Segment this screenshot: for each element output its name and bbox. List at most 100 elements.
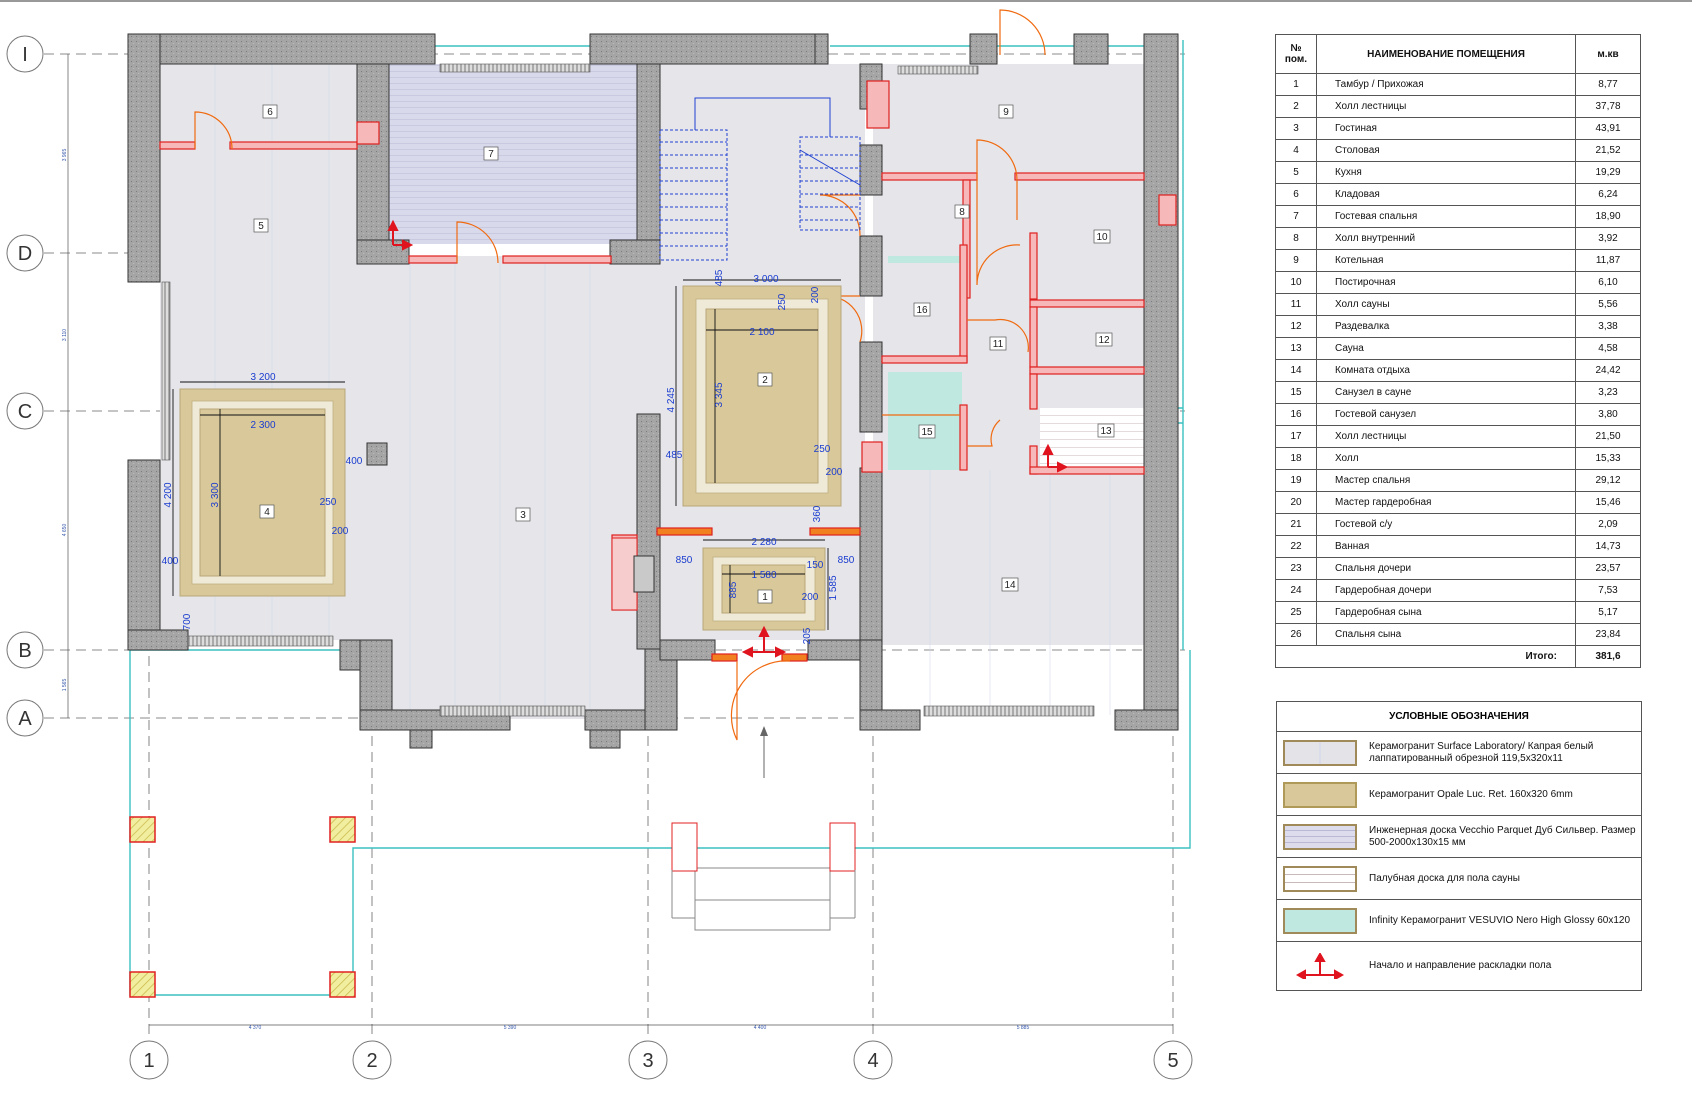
room-name-cell: Сауна [1316, 337, 1576, 360]
legend-item: Керамогранит Opale Luc. Ret. 160x320 6mm [1277, 774, 1641, 816]
dim-3000: 3 000 [753, 274, 778, 285]
table-row: 8 Холл внутренний 3,92 [1275, 227, 1641, 250]
axis-row-A: A [18, 708, 32, 730]
legend-item: Инженерная доска Vecchio Parquet Дуб Сил… [1277, 816, 1641, 858]
room-tag-2: 2 [762, 375, 768, 386]
total-label: Итого: [1275, 645, 1576, 668]
legend-item: Начало и направление раскладки пола [1277, 942, 1641, 990]
table-row: 4 Столовая 21,52 [1275, 139, 1641, 162]
room-tag-1: 1 [762, 592, 768, 603]
dim-200-dining: 200 [332, 526, 349, 537]
dim-3200: 3 200 [250, 372, 275, 383]
axis-row-I: I [22, 44, 28, 66]
table-row: 12 Раздевалка 3,38 [1275, 315, 1641, 338]
dim-bottom-3: 4 400 [754, 1025, 767, 1031]
table-row: 25 Гардеробная сына 5,17 [1275, 601, 1641, 624]
room-number-cell: 11 [1275, 293, 1317, 316]
dim-3300: 3 300 [210, 482, 221, 507]
table-row: 18 Холл 15,33 [1275, 447, 1641, 470]
table-row: 23 Спальня дочери 23,57 [1275, 557, 1641, 580]
dim-250-right: 250 [814, 444, 831, 455]
room-number-cell: 4 [1275, 139, 1317, 162]
room-tag-5: 5 [258, 221, 264, 232]
dim-4245: 4 245 [666, 387, 677, 412]
axis-col-4: 4 [867, 1050, 878, 1072]
room-schedule-table: № пом. НАИМЕНОВАНИЕ ПОМЕЩЕНИЯ м.кв 1 Тамб… [1275, 34, 1641, 668]
table-row: 24 Гардеробная дочери 7,53 [1275, 579, 1641, 602]
glossy-tile-swatch [1283, 907, 1357, 934]
table-row: 11 Холл сауны 5,56 [1275, 293, 1641, 316]
room-number-cell: 8 [1275, 227, 1317, 250]
table-row: 26 Спальня сына 23,84 [1275, 623, 1641, 646]
room-area-cell: 24,42 [1575, 359, 1641, 382]
room-tag-9: 9 [1003, 107, 1009, 118]
room-number-cell: 5 [1275, 161, 1317, 184]
room-name-cell: Спальня сына [1316, 623, 1576, 646]
room-area-cell: 3,80 [1575, 403, 1641, 426]
room-name-cell: Кухня [1316, 161, 1576, 184]
room-number-cell: 22 [1275, 535, 1317, 558]
dim-400-right: 400 [346, 456, 363, 467]
room-area-cell: 11,87 [1575, 249, 1641, 272]
room-tag-14: 14 [1004, 580, 1016, 591]
entrance-steps [671, 726, 856, 931]
table-row: 6 Кладовая 6,24 [1275, 183, 1641, 206]
room-name-cell: Мастер спальня [1316, 469, 1576, 492]
legend: УСЛОВНЫЕ ОБОЗНАЧЕНИЯ Керамогранит Surfac… [1276, 701, 1642, 991]
table-row: 21 Гостевой с/у 2,09 [1275, 513, 1641, 536]
room-tag-15: 15 [921, 427, 933, 438]
room-tag-6: 6 [267, 107, 273, 118]
axis-col-5: 5 [1167, 1050, 1178, 1072]
table-row: 19 Мастер спальня 29,12 [1275, 469, 1641, 492]
dim-485-left: 485 [666, 450, 683, 461]
room-area-cell: 23,84 [1575, 623, 1641, 646]
room-area-cell: 21,52 [1575, 139, 1641, 162]
dim-200-right: 200 [826, 467, 843, 478]
table-row: 2 Холл лестницы 37,78 [1275, 95, 1641, 118]
room-name-cell: Холл [1316, 447, 1576, 470]
legend-item-label: Инженерная доска Vecchio Parquet Дуб Сил… [1369, 824, 1636, 848]
room-tag-16: 16 [916, 305, 928, 316]
room-tag-3: 3 [520, 510, 526, 521]
room-area-cell: 7,53 [1575, 579, 1641, 602]
dim-850-left: 850 [676, 555, 693, 566]
room-name-cell: Гостевая спальня [1316, 205, 1576, 228]
deck-board-swatch [1283, 865, 1357, 892]
table-total-row: Итого: 381,6 [1275, 645, 1641, 668]
dim-885: 885 [728, 581, 739, 598]
room-number-cell: 18 [1275, 447, 1317, 470]
room-area-cell: 43,91 [1575, 117, 1641, 140]
table-row: 1 Тамбур / Прихожая 8,77 [1275, 73, 1641, 96]
room-name-cell: Гостевой с/у [1316, 513, 1576, 536]
room-number-cell: 25 [1275, 601, 1317, 624]
room-area-cell: 3,92 [1575, 227, 1641, 250]
hall-carpet [682, 285, 842, 507]
room-area-cell: 21,50 [1575, 425, 1641, 448]
room-name-cell: Раздевалка [1316, 315, 1576, 338]
room-number-cell: 12 [1275, 315, 1317, 338]
legend-item: Палубная доска для пола сауны [1277, 858, 1641, 900]
room-number-cell: 2 [1275, 95, 1317, 118]
dim-bottom-4: 5 885 [1017, 1025, 1030, 1031]
room-name-cell: Ванная [1316, 535, 1576, 558]
table-row: 10 Постирочная 6,10 [1275, 271, 1641, 294]
table-row: 7 Гостевая спальня 18,90 [1275, 205, 1641, 228]
room-tag-10: 10 [1096, 232, 1108, 243]
legend-title: УСЛОВНЫЕ ОБОЗНАЧЕНИЯ [1277, 702, 1641, 732]
parquet-swatch [1283, 823, 1357, 850]
terrace-columns [129, 816, 356, 998]
room-tag-12: 12 [1098, 335, 1110, 346]
room-area-cell: 6,24 [1575, 183, 1641, 206]
dim-left-2: 3 110 [62, 329, 68, 341]
dim-left-1: 3 965 [62, 149, 68, 162]
room-area-cell: 4,58 [1575, 337, 1641, 360]
room-number-cell: 21 [1275, 513, 1317, 536]
legend-item: Infinity Керамогранит VESUVIO Nero High … [1277, 900, 1641, 942]
room-tag-4: 4 [264, 507, 270, 518]
table-row: 13 Сауна 4,58 [1275, 337, 1641, 360]
room-area-cell: 29,12 [1575, 469, 1641, 492]
room-area-cell: 15,46 [1575, 491, 1641, 514]
dim-1585: 1 585 [828, 575, 839, 600]
room-area-cell: 5,17 [1575, 601, 1641, 624]
table-row: 3 Гостиная 43,91 [1275, 117, 1641, 140]
